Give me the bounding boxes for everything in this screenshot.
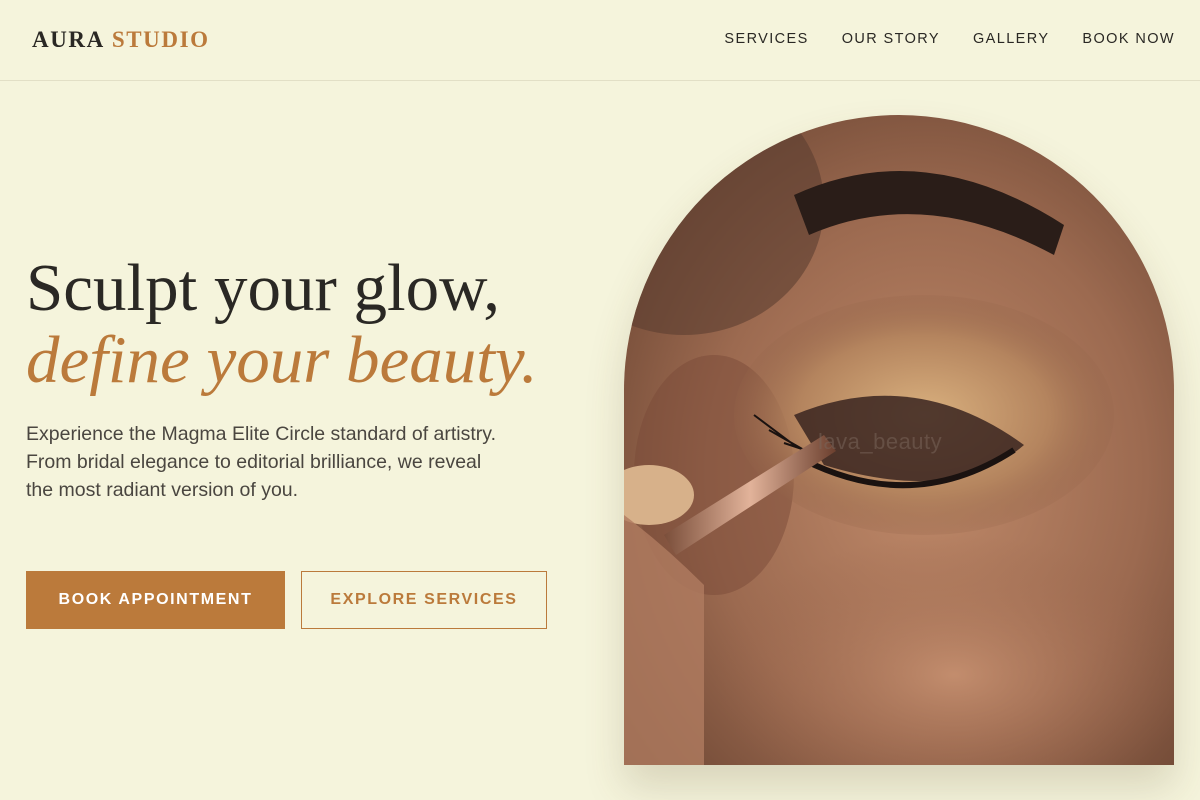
main-nav: SERVICES OUR STORY GALLERY BOOK NOW [724,31,1175,47]
book-appointment-button[interactable]: BOOK APPOINTMENT [26,571,285,629]
headline-line-1: Sculpt your glow, [26,251,500,325]
logo-accent-text: STUDIO [111,27,210,52]
logo-primary-text: AURA [32,27,105,52]
site-header: AURA STUDIO SERVICES OUR STORY GALLERY BO… [0,0,1200,81]
brand-logo[interactable]: AURA STUDIO [32,27,210,53]
hero-headline: Sculpt your glow, define your beauty. [26,252,538,396]
nav-link-our-story[interactable]: OUR STORY [842,31,940,47]
explore-services-button[interactable]: EXPLORE SERVICES [301,571,547,629]
nav-link-services[interactable]: SERVICES [724,31,808,47]
nav-link-gallery[interactable]: GALLERY [973,31,1049,47]
image-watermark: lava_beauty [818,429,943,454]
hero-description: Experience the Magma Elite Circle standa… [26,423,496,501]
nav-link-book-now[interactable]: BOOK NOW [1082,31,1175,47]
headline-line-2: define your beauty. [26,323,538,397]
